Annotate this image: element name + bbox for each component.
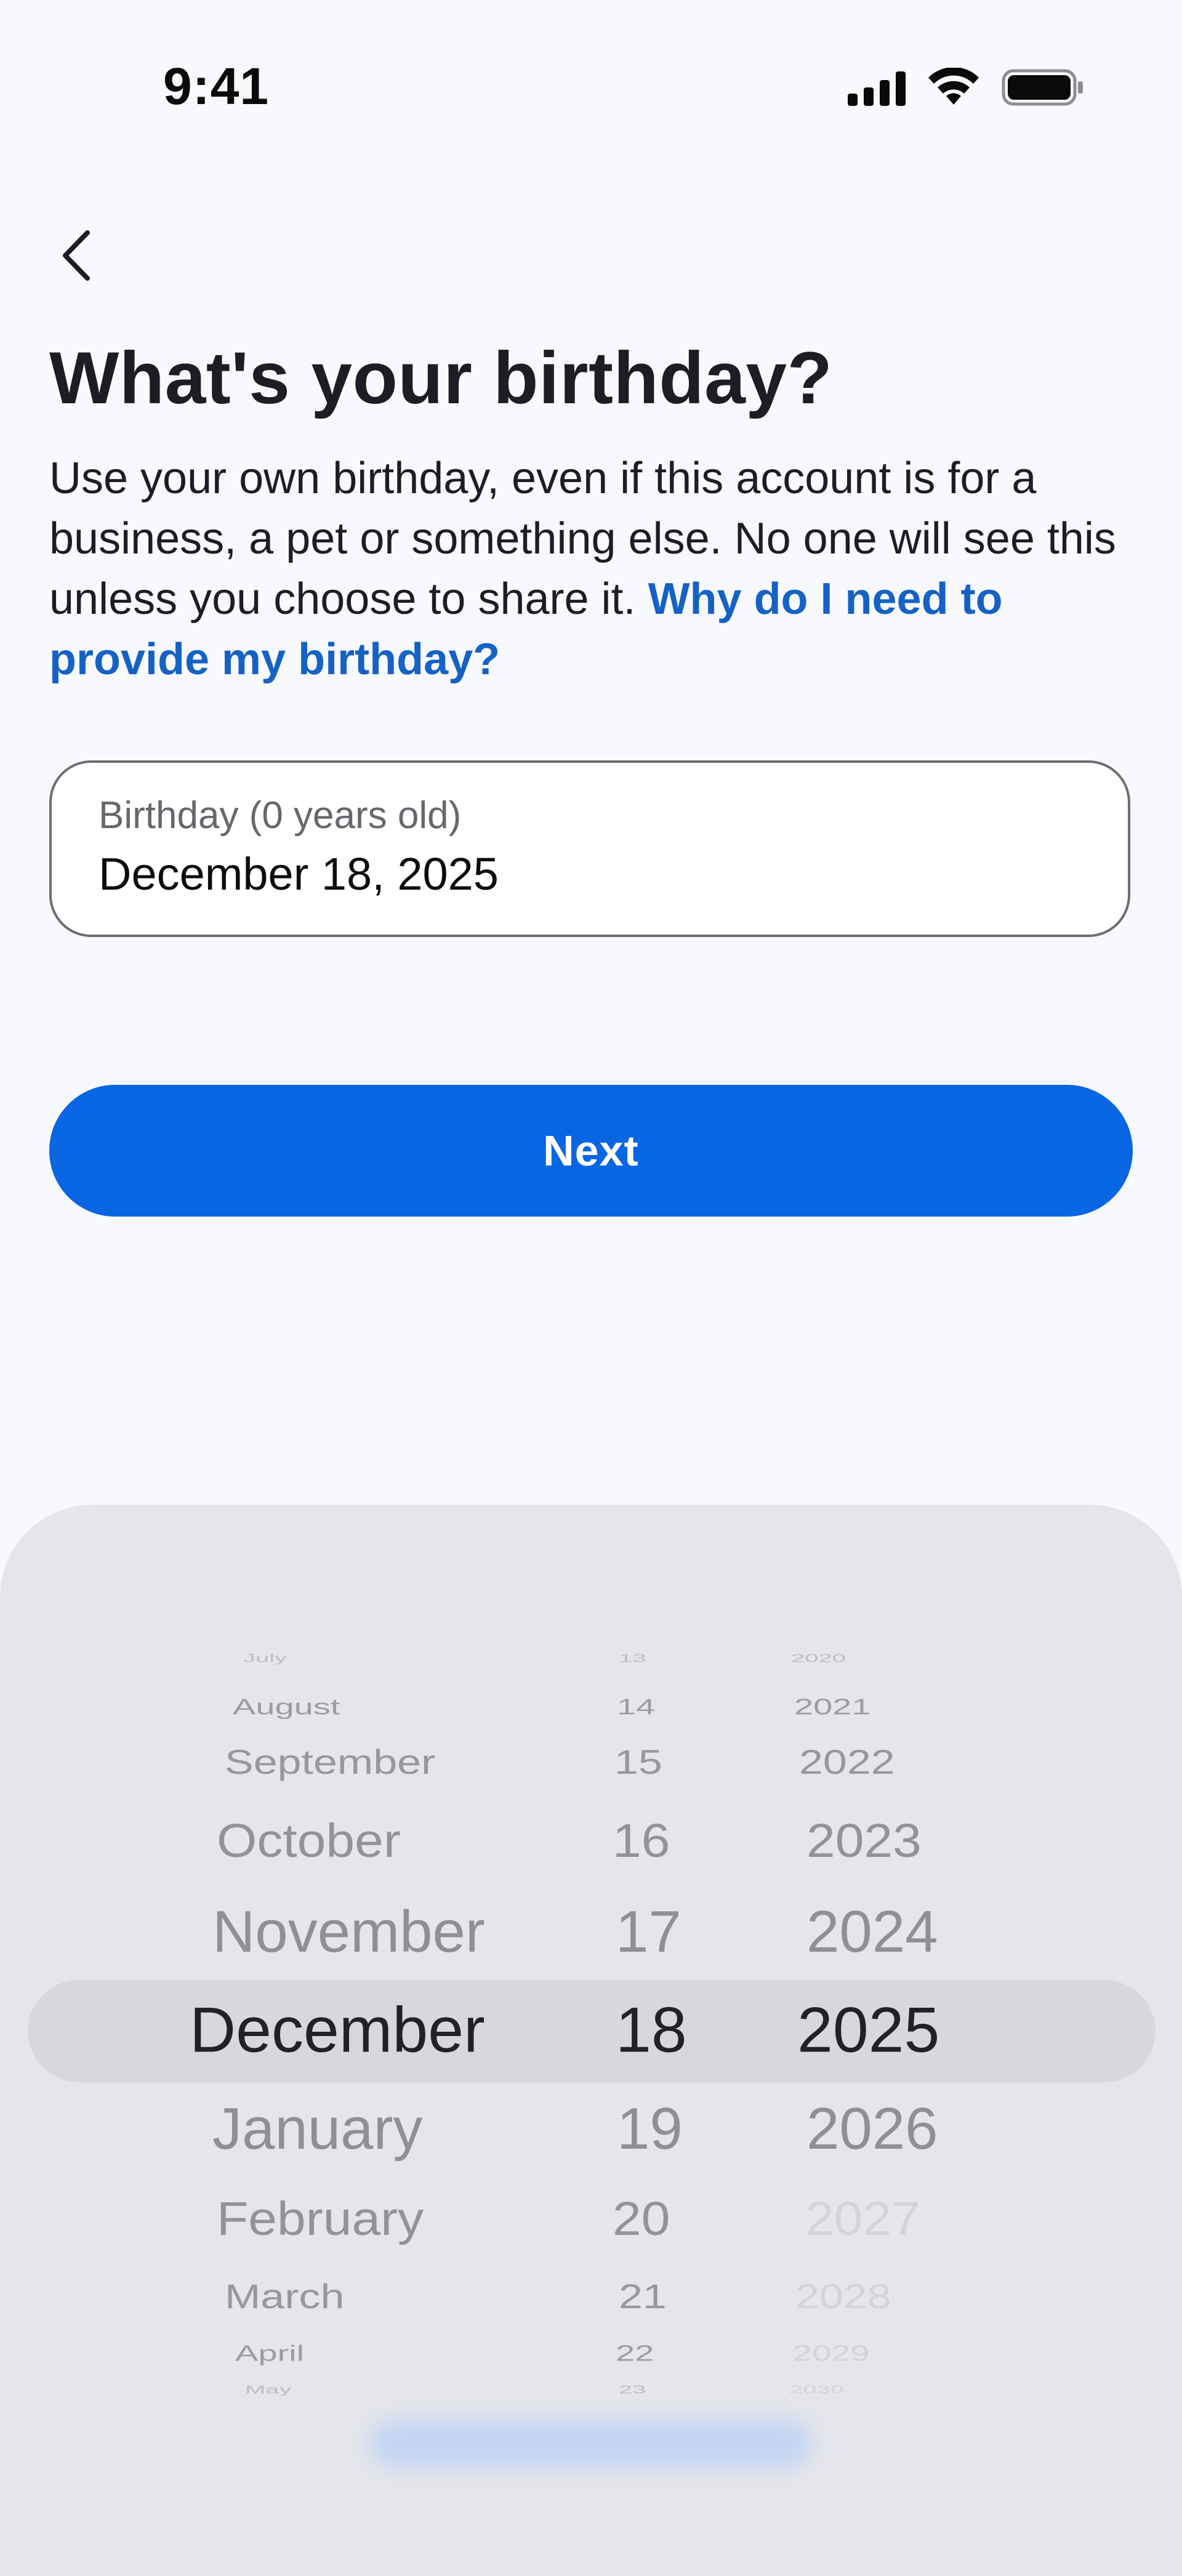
year-option-2030[interactable]: 2030 <box>789 2384 844 2396</box>
day-option-23[interactable]: 23 <box>619 2384 646 2396</box>
year-option-2023[interactable]: 2023 <box>806 1813 922 1868</box>
day-option-17[interactable]: 17 <box>616 1898 681 1966</box>
year-option-2025[interactable]: 2025 <box>797 1994 939 2067</box>
birthday-field-value: December 18, 2025 <box>98 848 499 900</box>
month-option-march[interactable]: March <box>225 2277 344 2316</box>
next-button[interactable]: Next <box>49 1085 1133 1217</box>
birthday-field[interactable]: Birthday (0 years old) December 18, 2025 <box>49 760 1130 937</box>
year-option-2022[interactable]: 2022 <box>799 1742 895 1782</box>
status-bar: 9:41 <box>0 0 1182 154</box>
chevron-left-icon <box>63 230 90 281</box>
date-picker-sheet: July August September October November Decemb… <box>0 1505 1182 2576</box>
year-option-2029[interactable]: 2029 <box>793 2340 870 2366</box>
back-button[interactable] <box>43 222 111 289</box>
month-option-october[interactable]: October <box>217 1813 401 1868</box>
month-option-january[interactable]: January <box>212 2095 423 2163</box>
year-wheel[interactable]: 2020 2021 2022 2023 2024 2025 2026 2027 2028 2029… <box>763 1505 1022 2576</box>
day-option-16[interactable]: 16 <box>613 1813 670 1868</box>
month-option-november[interactable]: November <box>212 1898 485 1966</box>
year-option-2028[interactable]: 2028 <box>795 2277 891 2316</box>
year-option-2020[interactable]: 2020 <box>791 1652 846 1665</box>
year-option-2024[interactable]: 2024 <box>806 1898 938 1966</box>
day-option-13[interactable]: 13 <box>619 1652 646 1665</box>
month-option-july[interactable]: July <box>243 1652 287 1665</box>
home-indicator <box>369 2419 813 2468</box>
day-option-22[interactable]: 22 <box>616 2340 654 2366</box>
day-option-15[interactable]: 15 <box>614 1742 662 1782</box>
description-text: Use your own birthday, even if this acco… <box>49 448 1145 690</box>
day-option-18[interactable]: 18 <box>616 1994 687 2067</box>
month-option-december[interactable]: December <box>190 1994 485 2067</box>
day-option-14[interactable]: 14 <box>617 1694 655 1720</box>
year-option-2027[interactable]: 2027 <box>805 2191 920 2246</box>
month-option-september[interactable]: September <box>225 1742 435 1782</box>
month-option-may[interactable]: May <box>245 2384 292 2396</box>
status-time: 9:41 <box>163 57 270 115</box>
month-option-august[interactable]: August <box>233 1694 340 1720</box>
month-wheel[interactable]: July August September October November Decemb… <box>0 1505 591 2576</box>
month-option-february[interactable]: February <box>217 2191 424 2246</box>
day-option-21[interactable]: 21 <box>619 2277 667 2316</box>
day-wheel[interactable]: 13 14 15 16 17 18 19 20 21 22 23 <box>591 1505 763 2576</box>
cellular-signal-icon <box>848 71 906 106</box>
year-option-2021[interactable]: 2021 <box>794 1694 871 1720</box>
battery-icon <box>1002 69 1083 106</box>
day-option-19[interactable]: 19 <box>617 2095 683 2163</box>
status-icons <box>846 66 1087 107</box>
wifi-icon <box>928 68 979 105</box>
month-option-april[interactable]: April <box>235 2340 304 2366</box>
birthday-field-label: Birthday (0 years old) <box>98 794 462 837</box>
year-option-2026[interactable]: 2026 <box>806 2095 938 2163</box>
page-title: What's your birthday? <box>49 337 833 419</box>
day-option-20[interactable]: 20 <box>613 2191 670 2246</box>
